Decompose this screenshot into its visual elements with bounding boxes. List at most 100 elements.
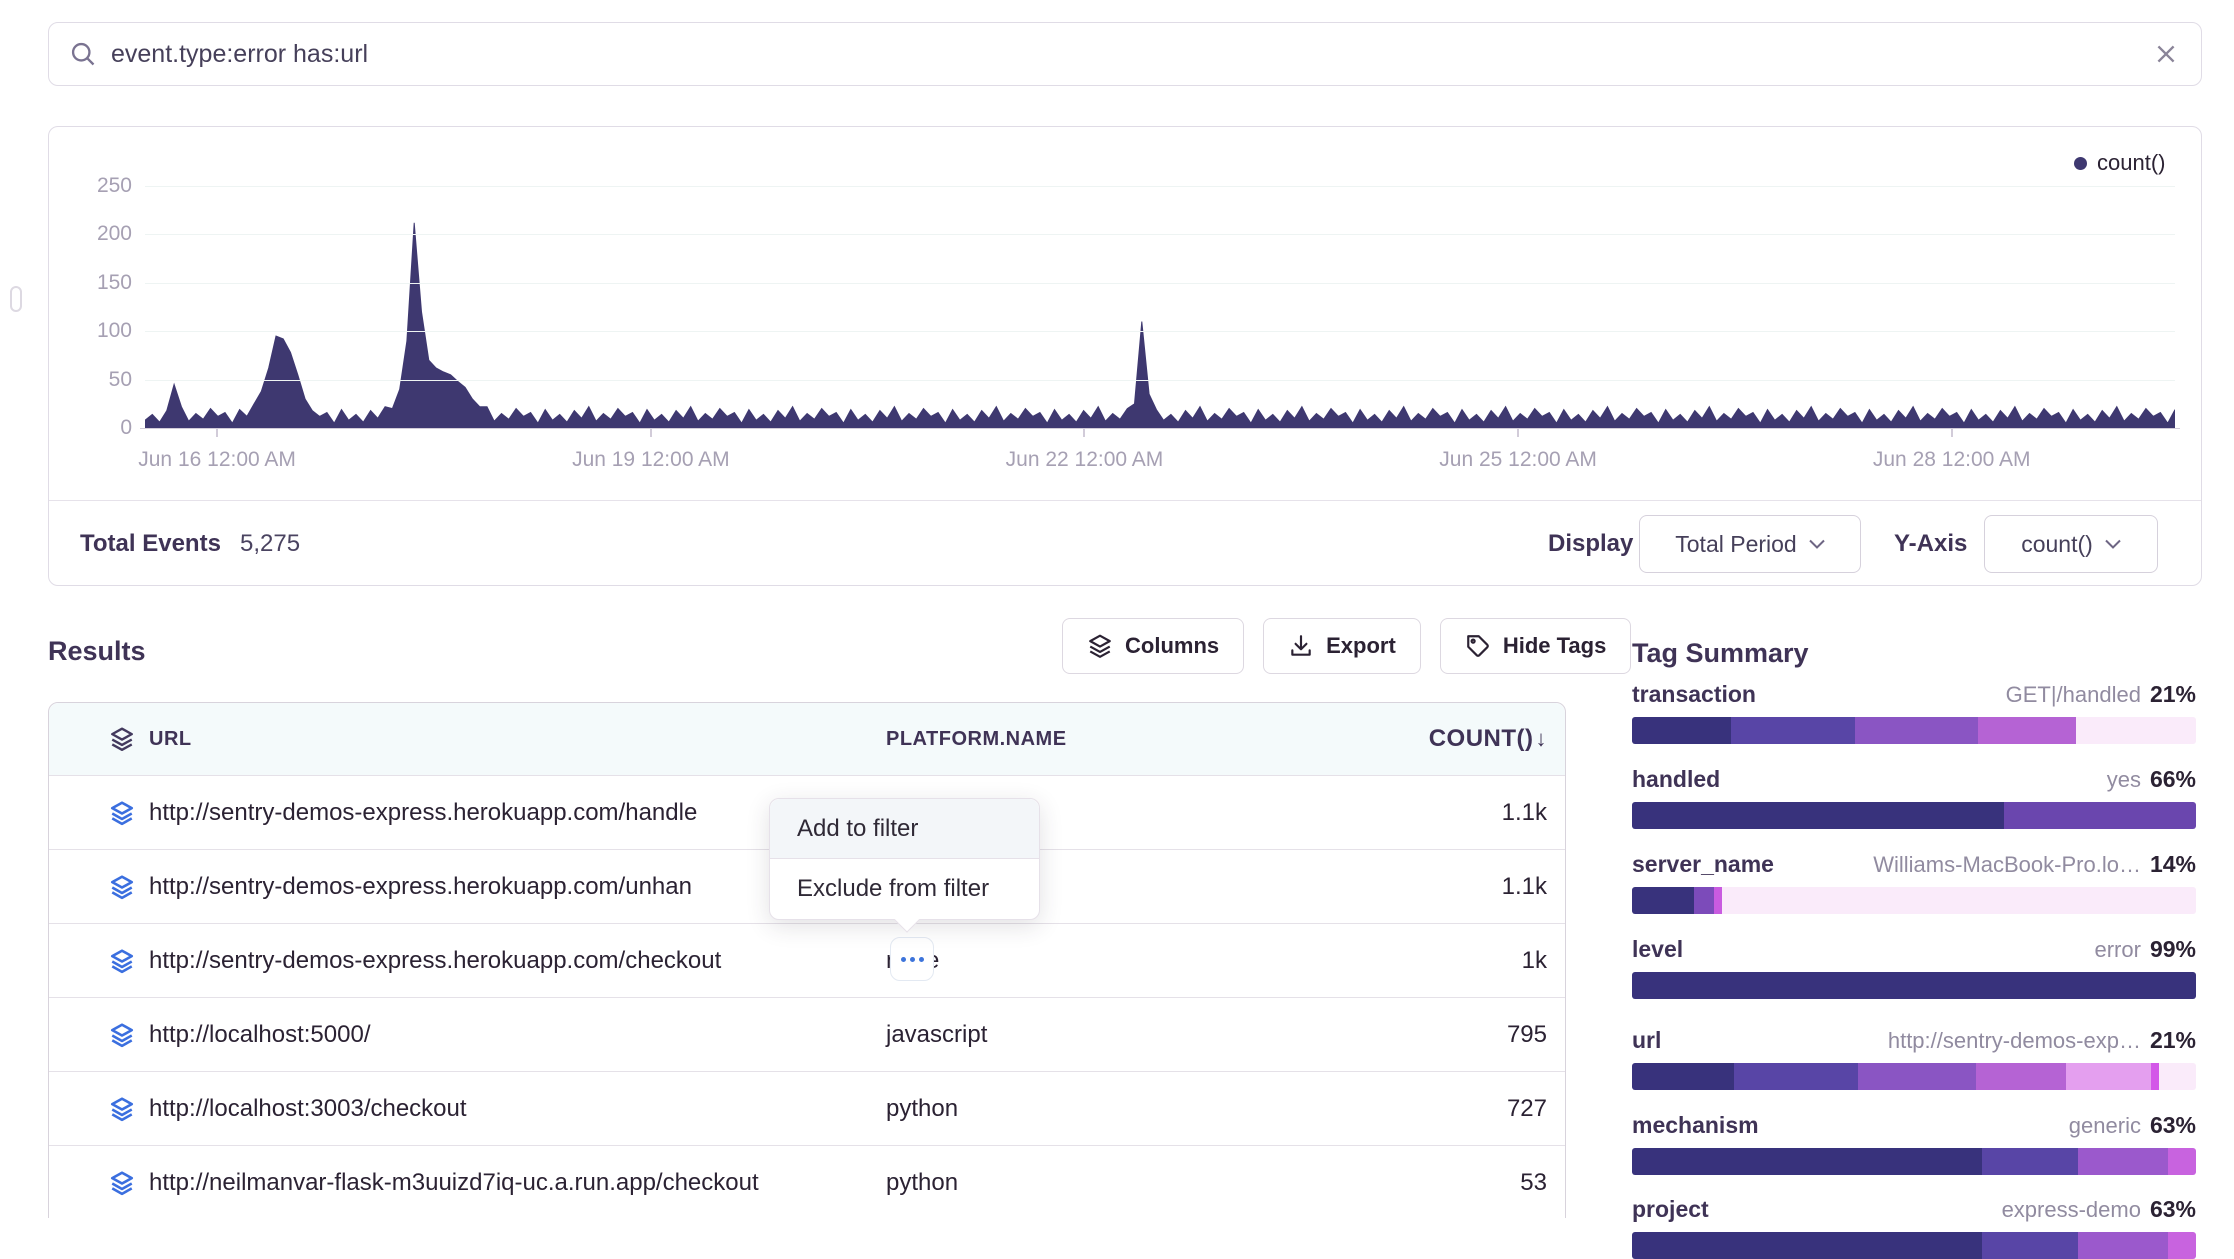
tag-name: handled	[1632, 766, 1720, 793]
tag-distribution-bar[interactable]	[1632, 972, 2196, 999]
tag-row-handled[interactable]: handled yes 66%	[1632, 766, 2196, 829]
tag-summary-heading: Tag Summary	[1632, 638, 1809, 669]
row-actions-ellipsis-button[interactable]	[890, 937, 934, 981]
ellipsis-icon	[901, 957, 906, 962]
tag-bar-segment	[2168, 1232, 2196, 1259]
clear-search-icon[interactable]	[2153, 41, 2179, 67]
chevron-down-icon	[2105, 539, 2121, 549]
tag-percent: 63%	[2150, 1196, 2196, 1223]
row-platform: node	[886, 947, 1347, 975]
y-axis-select[interactable]: count()	[1984, 515, 2158, 573]
tag-bar-segment	[1982, 1148, 2078, 1175]
tag-percent: 21%	[2150, 1027, 2196, 1054]
results-toolbar: Columns Export Hide Tags	[1062, 618, 1631, 674]
y-axis-tick-label: 150	[58, 272, 132, 294]
tag-bar-segment	[1855, 717, 1978, 744]
row-url[interactable]: http://localhost:3003/checkout	[149, 1095, 886, 1123]
y-axis-tick-label: 100	[58, 320, 132, 342]
table-row[interactable]: http://localhost:5000/ javascript 795	[49, 997, 1565, 1071]
tag-distribution-bar[interactable]	[1632, 1063, 2196, 1090]
layers-icon[interactable]	[49, 726, 149, 752]
panel-grip-icon[interactable]	[10, 286, 22, 312]
tag-top-value: generic	[2069, 1113, 2141, 1139]
tag-name: project	[1632, 1196, 1709, 1223]
tag-bar-segment	[1632, 717, 1731, 744]
search-query-input[interactable]: event.type:error has:url	[111, 40, 2153, 69]
row-platform: python	[886, 1095, 1347, 1123]
search-icon	[69, 40, 97, 68]
tag-bar-segment	[1632, 802, 2004, 829]
table-row[interactable]: http://sentry-demos-express.herokuapp.co…	[49, 923, 1565, 997]
chevron-down-icon	[1809, 539, 1825, 549]
row-url[interactable]: http://sentry-demos-express.herokuapp.co…	[149, 947, 886, 975]
column-header-url[interactable]: URL	[149, 728, 886, 751]
tag-name: mechanism	[1632, 1112, 1759, 1139]
x-axis-tick	[1083, 429, 1085, 437]
tag-bar-segment	[1632, 1148, 1982, 1175]
column-header-platform[interactable]: PLATFORM.NAME	[886, 728, 1347, 751]
tag-distribution-bar[interactable]	[1632, 802, 2196, 829]
y-axis-tick-label: 50	[58, 369, 132, 391]
columns-button[interactable]: Columns	[1062, 618, 1244, 674]
export-button[interactable]: Export	[1263, 618, 1421, 674]
tag-row-url[interactable]: url http://sentry-demos-exp… 21%	[1632, 1027, 2196, 1090]
x-axis-tick-label: Jun 25 12:00 AM	[1398, 448, 1638, 472]
tag-row-transaction[interactable]: transaction GET|/handled 21%	[1632, 681, 2196, 744]
chart-footer-divider	[49, 500, 2201, 501]
tag-row-mechanism[interactable]: mechanism generic 63%	[1632, 1112, 2196, 1175]
layers-icon[interactable]	[49, 948, 149, 974]
row-count: 53	[1347, 1169, 1547, 1197]
y-axis-tick-label: 0	[58, 417, 132, 439]
chart-legend[interactable]: count()	[2074, 150, 2165, 176]
search-bar[interactable]: event.type:error has:url	[48, 22, 2202, 86]
tag-bar-segment	[2078, 1148, 2168, 1175]
column-header-count[interactable]: COUNT() ↓	[1347, 725, 1547, 753]
layers-icon[interactable]	[49, 1170, 149, 1196]
tag-row-server-name[interactable]: server_name Williams-MacBook-Pro.lo… 14%	[1632, 851, 2196, 914]
tag-bar-segment	[1632, 1063, 1734, 1090]
layers-icon[interactable]	[49, 1096, 149, 1122]
row-count: 1.1k	[1347, 799, 1547, 827]
tag-top-value: yes	[2107, 767, 2141, 793]
x-axis-tick	[650, 429, 652, 437]
tag-distribution-bar[interactable]	[1632, 1232, 2196, 1259]
columns-button-label: Columns	[1125, 633, 1219, 659]
x-axis-tick-label: Jun 28 12:00 AM	[1832, 448, 2072, 472]
layers-icon[interactable]	[49, 800, 149, 826]
row-platform: javascript	[886, 1021, 1347, 1049]
tag-distribution-bar[interactable]	[1632, 1148, 2196, 1175]
tag-bar-segment	[2159, 1063, 2196, 1090]
layers-icon	[1087, 633, 1113, 659]
tag-percent: 99%	[2150, 936, 2196, 963]
tag-percent: 14%	[2150, 851, 2196, 878]
layers-icon[interactable]	[49, 1022, 149, 1048]
tag-top-value: error	[2095, 937, 2141, 963]
tag-top-value: Williams-MacBook-Pro.lo…	[1873, 852, 2141, 878]
layers-icon[interactable]	[49, 874, 149, 900]
y-axis-label: Y-Axis	[1894, 530, 1967, 558]
display-select[interactable]: Total Period	[1639, 515, 1861, 573]
tag-row-project[interactable]: project express-demo 63%	[1632, 1196, 2196, 1259]
tag-top-value: GET|/handled	[2006, 682, 2141, 708]
tag-row-level[interactable]: level error 99%	[1632, 936, 2196, 999]
tag-name: transaction	[1632, 681, 1756, 708]
tag-distribution-bar[interactable]	[1632, 887, 2196, 914]
hide-tags-button[interactable]: Hide Tags	[1440, 618, 1632, 674]
tag-distribution-bar[interactable]	[1632, 717, 2196, 744]
menu-item-add-to-filter[interactable]: Add to filter	[770, 799, 1039, 859]
cell-actions-context-menu: Add to filter Exclude from filter	[769, 798, 1040, 920]
y-axis-tick-label: 200	[58, 223, 132, 245]
row-url[interactable]: http://neilmanvar-flask-m3uuizd7iq-uc.a.…	[149, 1169, 886, 1197]
row-url[interactable]: http://localhost:5000/	[149, 1021, 886, 1049]
events-time-series-chart[interactable]	[145, 186, 2175, 428]
tag-bar-segment	[1731, 717, 1855, 744]
table-row[interactable]: http://neilmanvar-flask-m3uuizd7iq-uc.a.…	[49, 1145, 1565, 1219]
tag-icon	[1465, 633, 1491, 659]
count-series-area	[145, 186, 2175, 428]
legend-series-label: count()	[2097, 150, 2165, 176]
tag-bar-segment	[1978, 717, 2076, 744]
tag-bar-segment	[1632, 887, 1694, 914]
x-axis-tick-label: Jun 19 12:00 AM	[531, 448, 771, 472]
table-row[interactable]: http://localhost:3003/checkout python 72…	[49, 1071, 1565, 1145]
display-label: Display	[1548, 530, 1633, 558]
